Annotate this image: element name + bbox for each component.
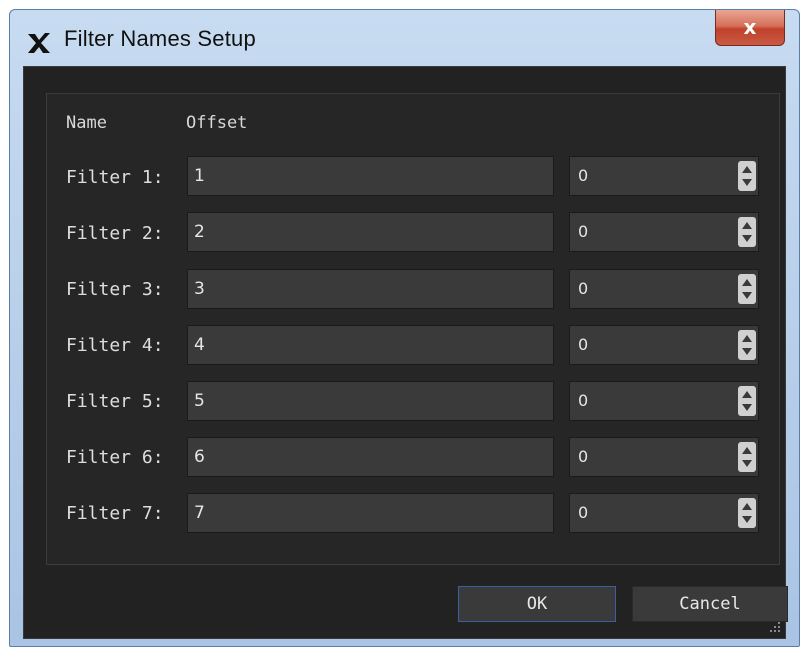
offset-value: 0 xyxy=(578,391,589,410)
filter-name-input[interactable]: 4 xyxy=(187,325,554,365)
title-bar[interactable]: Filter Names Setup x xyxy=(10,10,799,68)
offset-spinbox[interactable]: 0 xyxy=(569,437,759,477)
filter-label: Filter 2: xyxy=(66,223,164,244)
offset-value: 0 xyxy=(578,279,589,298)
filter-name-input[interactable]: 1 xyxy=(187,156,554,196)
offset-spinbox[interactable]: 0 xyxy=(569,212,759,252)
close-button[interactable]: x xyxy=(715,10,785,46)
spin-arrows-icon[interactable] xyxy=(738,274,756,304)
filter-label: Filter 7: xyxy=(66,503,164,524)
filter-label: Filter 1: xyxy=(66,167,164,188)
spin-arrows-icon[interactable] xyxy=(738,442,756,472)
spin-arrows-icon[interactable] xyxy=(738,161,756,191)
dialog-window: Filter Names Setup x Name Offset Filter … xyxy=(9,9,800,647)
offset-spinbox[interactable]: 0 xyxy=(569,381,759,421)
offset-spinbox[interactable]: 0 xyxy=(569,325,759,365)
offset-value: 0 xyxy=(578,503,589,522)
filter-name-input[interactable]: 5 xyxy=(187,381,554,421)
ok-button[interactable]: OK xyxy=(458,586,616,622)
offset-spinbox[interactable]: 0 xyxy=(569,156,759,196)
filter-label: Filter 4: xyxy=(66,335,164,356)
filter-name-input[interactable]: 3 xyxy=(187,269,554,309)
cancel-button[interactable]: Cancel xyxy=(632,586,788,622)
offset-column-header: Offset xyxy=(186,113,248,133)
offset-spinbox[interactable]: 0 xyxy=(569,269,759,309)
dialog-body: Name Offset Filter 1: 1 0 Filter 2: 2 0 … xyxy=(23,66,788,639)
window-title: Filter Names Setup xyxy=(64,26,256,51)
spin-arrows-icon[interactable] xyxy=(738,330,756,360)
offset-value: 0 xyxy=(578,335,589,354)
name-column-header: Name xyxy=(66,113,107,133)
filter-label: Filter 5: xyxy=(66,391,164,412)
filter-label: Filter 3: xyxy=(66,279,164,300)
close-icon: x xyxy=(743,15,757,39)
offset-value: 0 xyxy=(578,447,589,466)
spin-arrows-icon[interactable] xyxy=(738,217,756,247)
offset-value: 0 xyxy=(578,166,589,185)
spin-arrows-icon[interactable] xyxy=(738,498,756,528)
offset-spinbox[interactable]: 0 xyxy=(569,493,759,533)
resize-grip-icon[interactable] xyxy=(767,620,781,634)
filter-name-input[interactable]: 6 xyxy=(187,437,554,477)
app-x-logo-icon xyxy=(28,33,50,53)
spin-arrows-icon[interactable] xyxy=(738,386,756,416)
offset-value: 0 xyxy=(578,222,589,241)
filter-label: Filter 6: xyxy=(66,447,164,468)
filter-name-input[interactable]: 2 xyxy=(187,212,554,252)
filter-name-input[interactable]: 7 xyxy=(187,493,554,533)
